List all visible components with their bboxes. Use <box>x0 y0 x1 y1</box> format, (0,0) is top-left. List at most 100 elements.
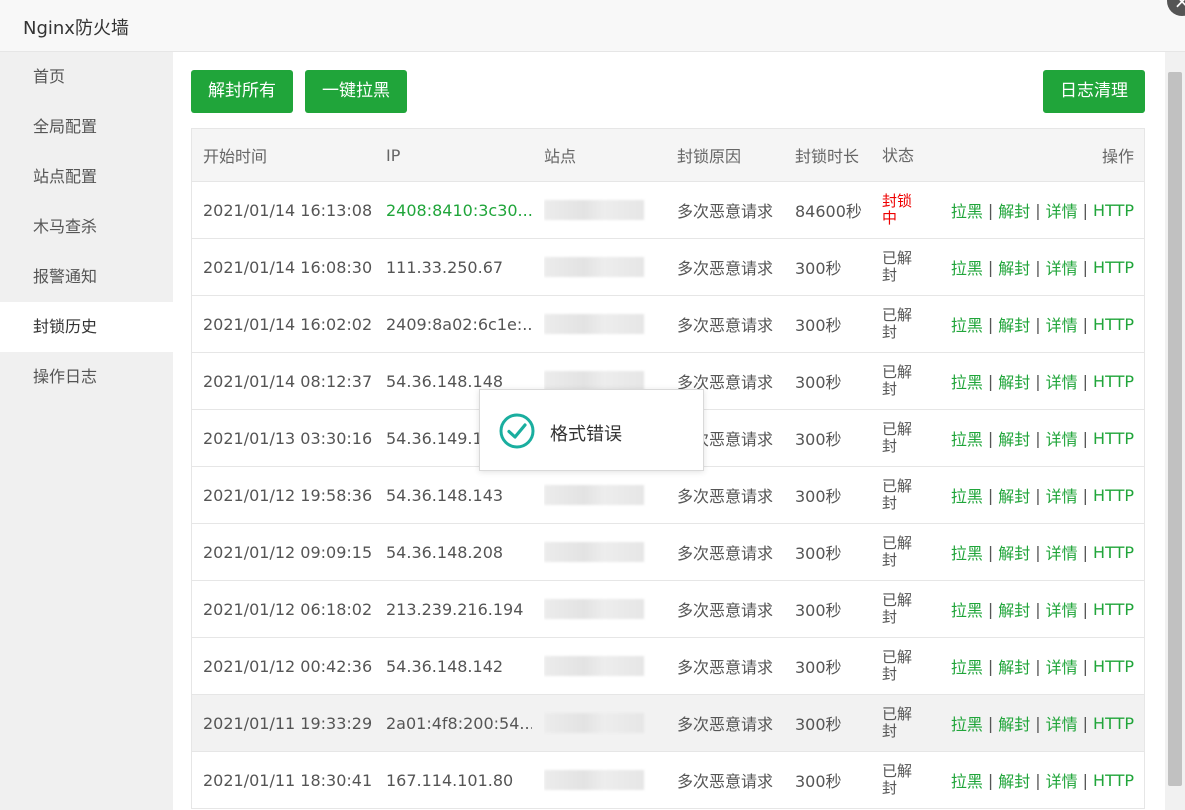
unblock-link[interactable]: 解封 <box>998 369 1030 393</box>
action-separator: | <box>987 200 994 220</box>
cell-reason: 多次恶意请求 <box>677 259 774 278</box>
cell-reason: 多次恶意请求 <box>677 658 774 677</box>
sidebar-item-trojan-scan[interactable]: 木马查杀 <box>0 202 173 252</box>
http-link[interactable]: HTTP <box>1093 315 1134 334</box>
action-separator: | <box>1082 485 1089 505</box>
cell-status: 已解封 <box>882 591 913 626</box>
cell-actions: 拉黑 | 解封 | 详情 | HTTP <box>932 239 1134 295</box>
table-header: 开始时间 IP 站点 封锁原因 封锁时长 状态 操作 <box>192 129 1144 182</box>
details-link[interactable]: 详情 <box>1046 198 1078 222</box>
blacklist-link[interactable]: 拉黑 <box>951 597 983 621</box>
cell-status: 已解封 <box>882 762 913 797</box>
cell-actions: 拉黑 | 解封 | 详情 | HTTP <box>932 638 1134 694</box>
http-link[interactable]: HTTP <box>1093 543 1134 562</box>
sidebar-item-alert-notify[interactable]: 报警通知 <box>0 252 173 302</box>
sidebar-item-operation-log[interactable]: 操作日志 <box>0 352 173 402</box>
details-link[interactable]: 详情 <box>1046 369 1078 393</box>
cell-start-time: 2021/01/12 06:18:02 <box>203 599 373 619</box>
http-link[interactable]: HTTP <box>1093 201 1134 220</box>
http-link[interactable]: HTTP <box>1093 657 1134 676</box>
details-link[interactable]: 详情 <box>1046 312 1078 336</box>
details-link[interactable]: 详情 <box>1046 540 1078 564</box>
table-row: 2021/01/11 19:33:29 2a01:4f8:200:54... 多次恶… <box>192 695 1144 752</box>
cell-actions: 拉黑 | 解封 | 详情 | HTTP <box>932 182 1134 238</box>
cell-duration: 84600秒 <box>795 202 862 221</box>
sidebar-item-block-history[interactable]: 封锁历史 <box>0 302 173 352</box>
http-link[interactable]: HTTP <box>1093 771 1134 790</box>
http-link[interactable]: HTTP <box>1093 372 1134 391</box>
unblock-link[interactable]: 解封 <box>998 654 1030 678</box>
action-separator: | <box>1035 371 1041 391</box>
action-separator: | <box>1082 770 1089 790</box>
details-link[interactable]: 详情 <box>1046 483 1078 507</box>
cell-reason: 多次恶意请求 <box>677 715 774 734</box>
details-link[interactable]: 详情 <box>1046 711 1078 735</box>
details-link[interactable]: 详情 <box>1046 768 1078 792</box>
unblock-all-button[interactable]: 解封所有 <box>191 70 293 113</box>
unblock-link[interactable]: 解封 <box>998 597 1030 621</box>
blacklist-link[interactable]: 拉黑 <box>951 768 983 792</box>
scrollbar-thumb[interactable] <box>1168 72 1182 786</box>
cell-start-time: 2021/01/11 19:33:29 <box>203 713 373 733</box>
sidebar-item-home[interactable]: 首页 <box>0 52 173 102</box>
http-link[interactable]: HTTP <box>1093 429 1134 448</box>
header-site: 站点 <box>544 147 577 166</box>
cell-ip: 2a01:4f8:200:54... <box>386 713 532 733</box>
cell-actions: 拉黑 | 解封 | 详情 | HTTP <box>932 467 1134 523</box>
blacklist-link[interactable]: 拉黑 <box>951 711 983 735</box>
table-row: 2021/01/12 19:58:36 54.36.148.143 多次恶意请求 30… <box>192 467 1144 524</box>
cell-actions: 拉黑 | 解封 | 详情 | HTTP <box>932 752 1134 808</box>
table-row: 2021/01/14 16:08:30 111.33.250.67 多次恶意请求 30… <box>192 239 1144 296</box>
action-separator: | <box>987 314 994 334</box>
blacklist-link[interactable]: 拉黑 <box>951 654 983 678</box>
details-link[interactable]: 详情 <box>1046 255 1078 279</box>
blacklist-link[interactable]: 拉黑 <box>951 198 983 222</box>
unblock-link[interactable]: 解封 <box>998 198 1030 222</box>
unblock-link[interactable]: 解封 <box>998 711 1030 735</box>
action-separator: | <box>1035 656 1041 676</box>
unblock-link[interactable]: 解封 <box>998 312 1030 336</box>
details-link[interactable]: 详情 <box>1046 426 1078 450</box>
table-row: 2021/01/12 06:18:02 213.239.216.194 多次恶意请求… <box>192 581 1144 638</box>
http-link[interactable]: HTTP <box>1093 714 1134 733</box>
details-link[interactable]: 详情 <box>1046 654 1078 678</box>
sidebar-item-global-config[interactable]: 全局配置 <box>0 102 173 152</box>
action-separator: | <box>987 485 994 505</box>
check-circle-icon <box>499 413 535 449</box>
cell-reason: 多次恶意请求 <box>677 601 774 620</box>
unblock-link[interactable]: 解封 <box>998 540 1030 564</box>
cell-site <box>544 581 664 637</box>
cell-ip: 2408:8410:3c30... <box>386 200 532 220</box>
header-actions: 操作 <box>1101 147 1134 166</box>
site-redacted <box>544 485 644 505</box>
http-link[interactable]: HTTP <box>1093 486 1134 505</box>
cell-start-time: 2021/01/11 18:30:41 <box>203 770 373 790</box>
cell-status: 已解封 <box>882 534 913 569</box>
cell-actions: 拉黑 | 解封 | 详情 | HTTP <box>932 296 1134 352</box>
cell-start-time: 2021/01/13 03:30:16 <box>203 428 373 448</box>
cell-ip: 2409:8a02:6c1e:... <box>386 314 532 334</box>
blacklist-link[interactable]: 拉黑 <box>951 540 983 564</box>
http-link[interactable]: HTTP <box>1093 258 1134 277</box>
blacklist-link[interactable]: 拉黑 <box>951 255 983 279</box>
cell-site <box>544 752 664 808</box>
unblock-link[interactable]: 解封 <box>998 426 1030 450</box>
unblock-link[interactable]: 解封 <box>998 483 1030 507</box>
http-link[interactable]: HTTP <box>1093 600 1134 619</box>
blacklist-link[interactable]: 拉黑 <box>951 312 983 336</box>
cell-site <box>544 638 664 694</box>
clear-log-button[interactable]: 日志清理 <box>1043 70 1145 113</box>
unblock-link[interactable]: 解封 <box>998 255 1030 279</box>
cell-actions: 拉黑 | 解封 | 详情 | HTTP <box>932 581 1134 637</box>
cell-status: 已解封 <box>882 477 913 512</box>
vertical-scrollbar[interactable] <box>1165 52 1185 810</box>
cell-duration: 300秒 <box>795 544 842 563</box>
unblock-link[interactable]: 解封 <box>998 768 1030 792</box>
blacklist-link[interactable]: 拉黑 <box>951 483 983 507</box>
details-link[interactable]: 详情 <box>1046 597 1078 621</box>
sidebar-item-site-config[interactable]: 站点配置 <box>0 152 173 202</box>
blacklist-link[interactable]: 拉黑 <box>951 426 983 450</box>
one-click-blacklist-button[interactable]: 一键拉黑 <box>305 70 407 113</box>
cell-status: 封锁中 <box>882 192 913 227</box>
blacklist-link[interactable]: 拉黑 <box>951 369 983 393</box>
